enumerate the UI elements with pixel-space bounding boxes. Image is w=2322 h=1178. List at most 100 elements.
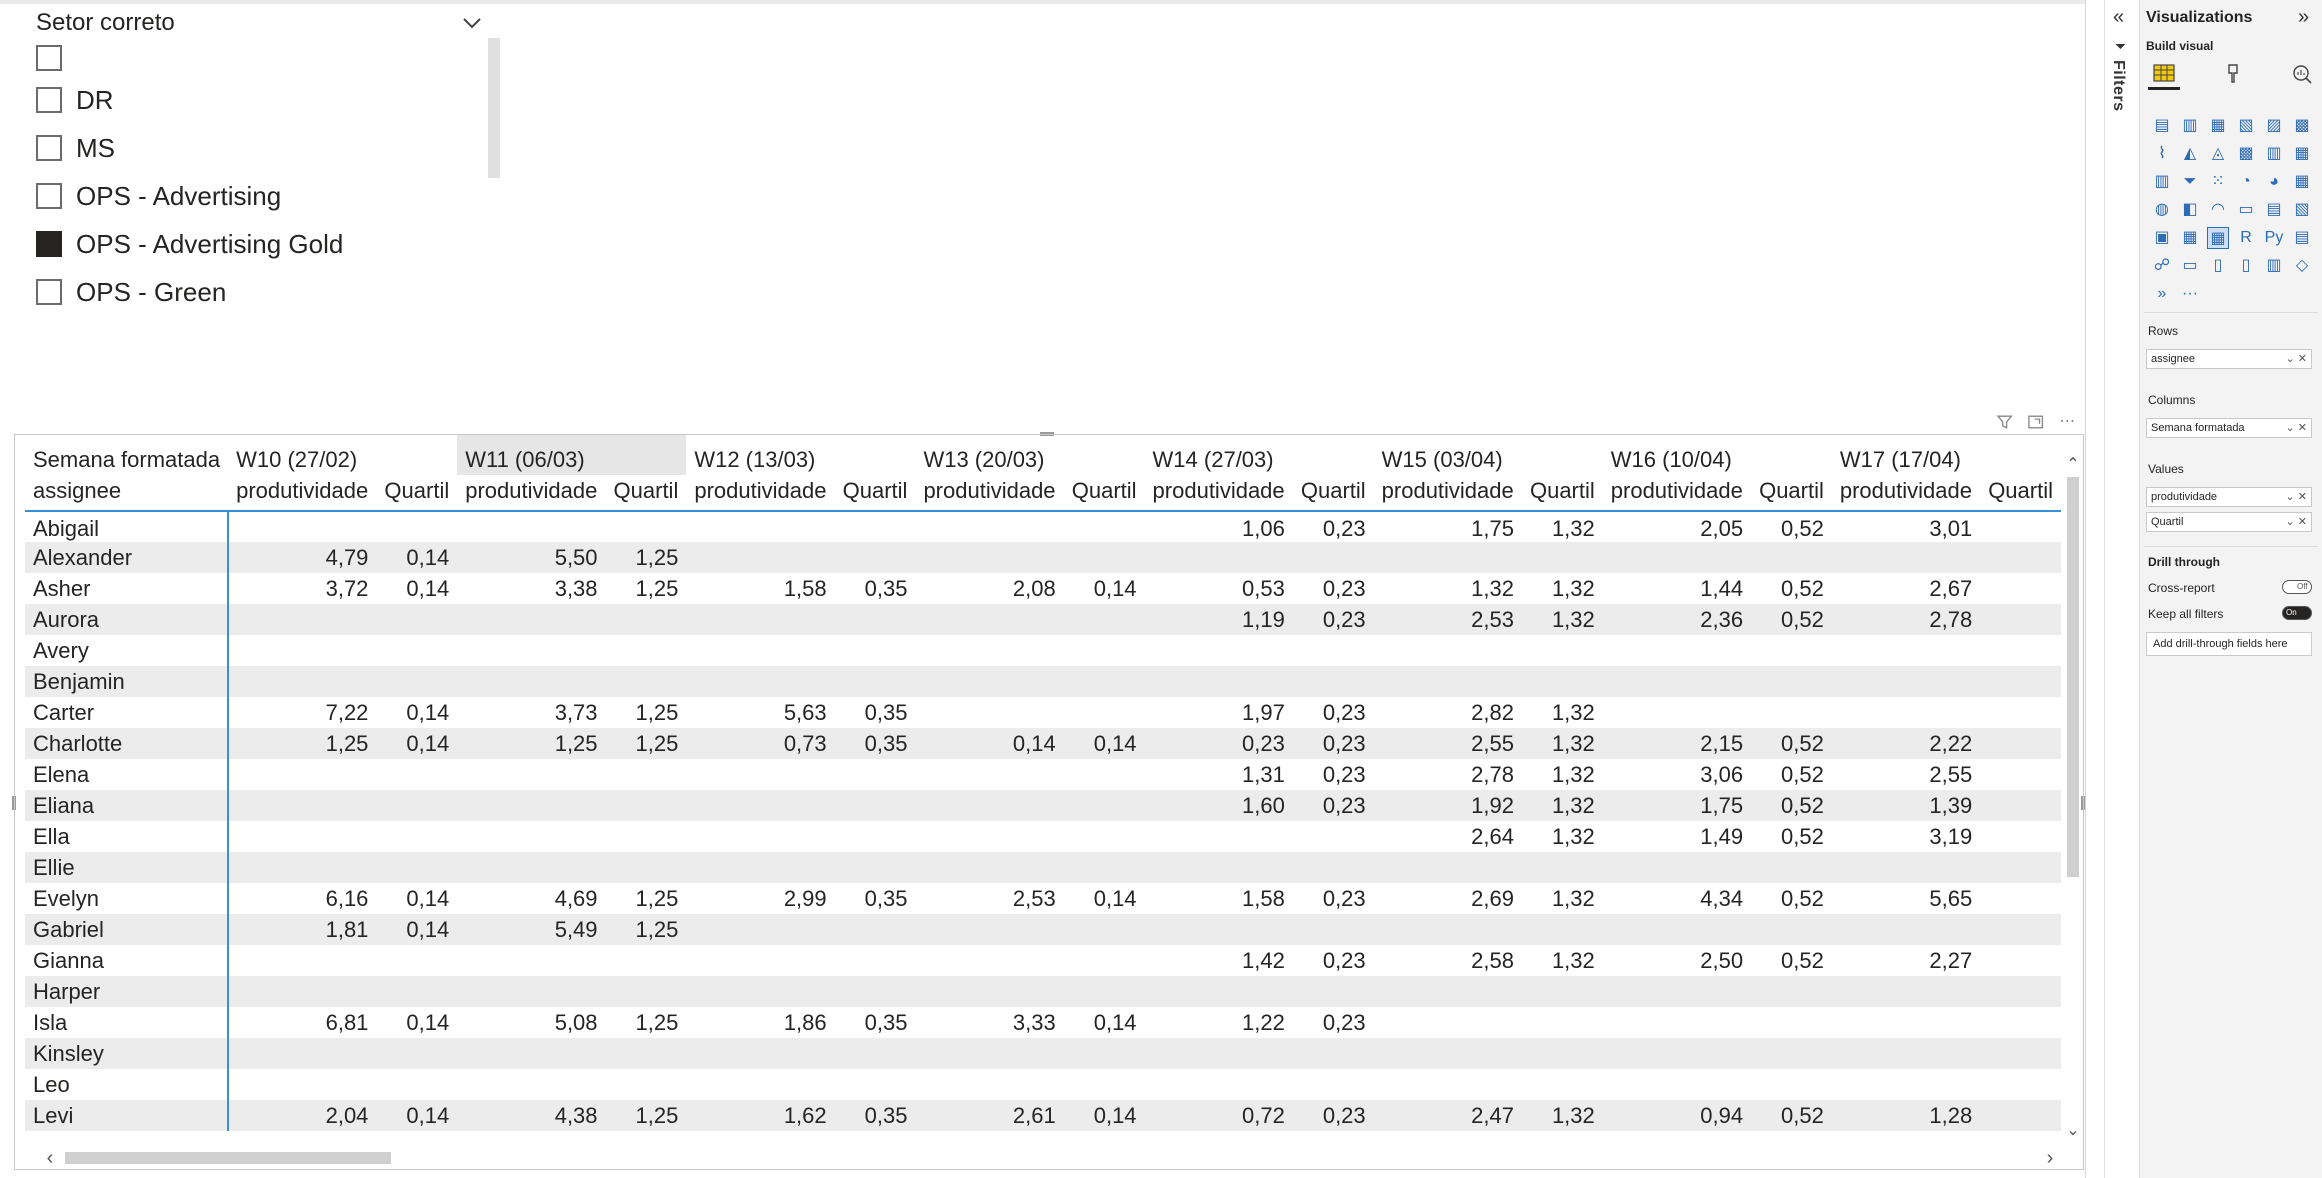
line-clustered-column-icon[interactable]: ▥ <box>2263 143 2285 165</box>
week-column-header[interactable]: W17 (17/04) <box>1832 435 2061 475</box>
row-header-assignee[interactable]: Avery <box>25 635 230 666</box>
scatter-chart-icon[interactable]: ⁙ <box>2207 171 2229 193</box>
scroll-thumb[interactable] <box>65 1152 391 1164</box>
week-column-header[interactable]: W12 (13/03) <box>686 435 915 475</box>
chevron-close-icons[interactable]: ⌄ ✕ <box>2286 419 2308 437</box>
horizontal-scrollbar[interactable]: ‹ › <box>25 1147 2061 1169</box>
columns-well-field[interactable]: Semana formatada ⌄ ✕ <box>2146 418 2312 438</box>
row-field-header[interactable]: assignee <box>25 475 229 512</box>
ribbon-chart-icon[interactable]: ▦ <box>2291 143 2313 165</box>
decomposition-tree-icon[interactable]: ☍ <box>2151 255 2173 277</box>
week-column-header[interactable]: W10 (27/02) <box>228 435 457 475</box>
narrative-icon[interactable]: ▯ <box>2207 255 2229 277</box>
productivity-column-header[interactable]: produtividade <box>228 475 377 512</box>
line-column-chart-icon[interactable]: ▩ <box>2235 143 2257 165</box>
collapse-chevrons-icon[interactable]: « <box>2113 6 2124 29</box>
slicer-item-ms[interactable]: MS <box>36 128 115 168</box>
row-header-assignee[interactable]: Asher <box>25 573 230 604</box>
table-icon[interactable]: ▦ <box>2179 227 2201 249</box>
productivity-column-header[interactable]: produtividade <box>1373 475 1522 512</box>
vertical-scrollbar[interactable]: ⌃ ⌄ <box>2063 435 2083 1147</box>
pie-chart-icon[interactable]: ◔ <box>2235 171 2257 193</box>
area-chart-icon[interactable]: ◭ <box>2179 143 2201 165</box>
week-column-header[interactable]: W13 (20/03) <box>915 435 1144 475</box>
slicer-item-dr[interactable]: DR <box>36 80 114 120</box>
week-column-header[interactable]: W15 (03/04) <box>1374 435 1603 475</box>
keep-filters-toggle[interactable]: On <box>2282 606 2312 620</box>
quartile-column-header[interactable]: Quartil <box>1521 475 1603 512</box>
100-column-chart-icon[interactable]: ▩ <box>2291 115 2313 137</box>
row-header-assignee[interactable]: Carter <box>25 697 230 728</box>
productivity-column-header[interactable]: produtividade <box>457 475 606 512</box>
row-header-assignee[interactable]: Charlotte <box>25 728 230 759</box>
week-column-header[interactable]: W16 (10/04) <box>1603 435 1832 475</box>
slicer-item-ops-green[interactable]: OPS - Green <box>36 272 226 312</box>
row-header-assignee[interactable]: Alexander <box>25 542 230 573</box>
checkbox-checked[interactable] <box>36 231 62 257</box>
scroll-thumb[interactable] <box>2067 477 2079 877</box>
row-header-assignee[interactable]: Elena <box>25 759 230 790</box>
clustered-bar-chart-icon[interactable]: ▦ <box>2207 115 2229 137</box>
python-visual-icon[interactable]: Py <box>2263 227 2285 249</box>
map-icon[interactable]: ◍ <box>2151 199 2173 221</box>
quartile-column-header[interactable]: Quartil <box>376 475 458 512</box>
row-header-assignee[interactable]: Harper <box>25 976 230 1007</box>
productivity-column-header[interactable]: produtividade <box>915 475 1064 512</box>
checkbox[interactable] <box>36 183 62 209</box>
filters-pane[interactable]: « ⏷ Filters <box>2104 0 2140 1178</box>
stacked-area-chart-icon[interactable]: ◬ <box>2207 143 2229 165</box>
chevron-down-icon[interactable] <box>462 16 482 30</box>
cross-report-toggle[interactable]: Off <box>2282 580 2312 594</box>
multi-row-card-icon[interactable]: ▤ <box>2263 199 2285 221</box>
checkbox[interactable] <box>36 279 62 305</box>
row-header-assignee[interactable]: Leo <box>25 1069 230 1100</box>
donut-chart-icon[interactable]: ◕ <box>2263 171 2285 193</box>
qa-icon[interactable]: ▭ <box>2179 255 2201 277</box>
analytics-tab-icon[interactable] <box>2286 58 2318 90</box>
drill-through-drop-zone[interactable]: Add drill-through fields here <box>2146 632 2312 656</box>
row-header-assignee[interactable]: Isla <box>25 1007 230 1038</box>
slicer-scrollbar[interactable] <box>488 38 500 178</box>
line-chart-icon[interactable]: ⌇ <box>2151 143 2173 165</box>
key-influencers-icon[interactable]: ▤ <box>2291 227 2313 249</box>
checkbox[interactable] <box>36 135 62 161</box>
power-automate-icon[interactable]: ◇ <box>2291 255 2313 277</box>
values-well-field[interactable]: Quartil ⌄ ✕ <box>2146 512 2312 532</box>
100-bar-chart-icon[interactable]: ▨ <box>2263 115 2285 137</box>
chevron-close-icons[interactable]: ⌄ ✕ <box>2286 350 2308 368</box>
row-header-assignee[interactable]: Gianna <box>25 945 230 976</box>
quartile-column-header[interactable]: Quartil <box>1292 475 1374 512</box>
quartile-column-header[interactable]: Quartil <box>605 475 687 512</box>
quartile-column-header[interactable]: Quartil <box>1063 475 1145 512</box>
stacked-bar-chart-icon[interactable]: ▤ <box>2151 115 2173 137</box>
scroll-down-icon[interactable]: ⌄ <box>2063 1121 2083 1141</box>
paginated-report-icon[interactable]: ▯ <box>2235 255 2257 277</box>
row-header-assignee[interactable]: Ella <box>25 821 230 852</box>
row-header-assignee[interactable]: Evelyn <box>25 883 230 914</box>
rows-well-field[interactable]: assignee ⌄ ✕ <box>2146 349 2312 369</box>
more-visuals-icon[interactable]: » <box>2151 283 2173 305</box>
stacked-column-chart-icon[interactable]: ▥ <box>2179 115 2201 137</box>
focus-mode-icon[interactable] <box>2027 413 2044 431</box>
r-visual-icon[interactable]: R <box>2235 227 2257 249</box>
week-column-header[interactable]: W11 (06/03) <box>457 435 687 475</box>
chevron-close-icons[interactable]: ⌄ ✕ <box>2286 513 2308 531</box>
card-icon[interactable]: ▭ <box>2235 199 2257 221</box>
productivity-column-header[interactable]: produtividade <box>1602 475 1752 512</box>
gauge-icon[interactable]: ◠ <box>2207 199 2229 221</box>
row-header-assignee[interactable]: Levi <box>25 1100 230 1131</box>
checkbox[interactable] <box>36 87 62 113</box>
filter-icon[interactable] <box>1996 413 2013 431</box>
treemap-icon[interactable]: ▦ <box>2291 171 2313 193</box>
productivity-column-header[interactable]: produtividade <box>1831 475 1981 512</box>
slicer-item-ops-advertising-gold[interactable]: OPS - Advertising Gold <box>36 224 343 264</box>
row-header-assignee[interactable]: Abigail <box>25 511 230 542</box>
row-header-assignee[interactable]: Ellie <box>25 852 230 883</box>
scroll-up-icon[interactable]: ⌃ <box>2063 455 2083 475</box>
clustered-column-chart-icon[interactable]: ▧ <box>2235 115 2257 137</box>
productivity-column-header[interactable]: produtividade <box>686 475 835 512</box>
format-visual-tab-icon[interactable] <box>2217 58 2249 90</box>
row-header-assignee[interactable]: Aurora <box>25 604 230 635</box>
column-field-header[interactable]: Semana formatada <box>25 435 228 475</box>
checkbox[interactable] <box>36 45 62 71</box>
